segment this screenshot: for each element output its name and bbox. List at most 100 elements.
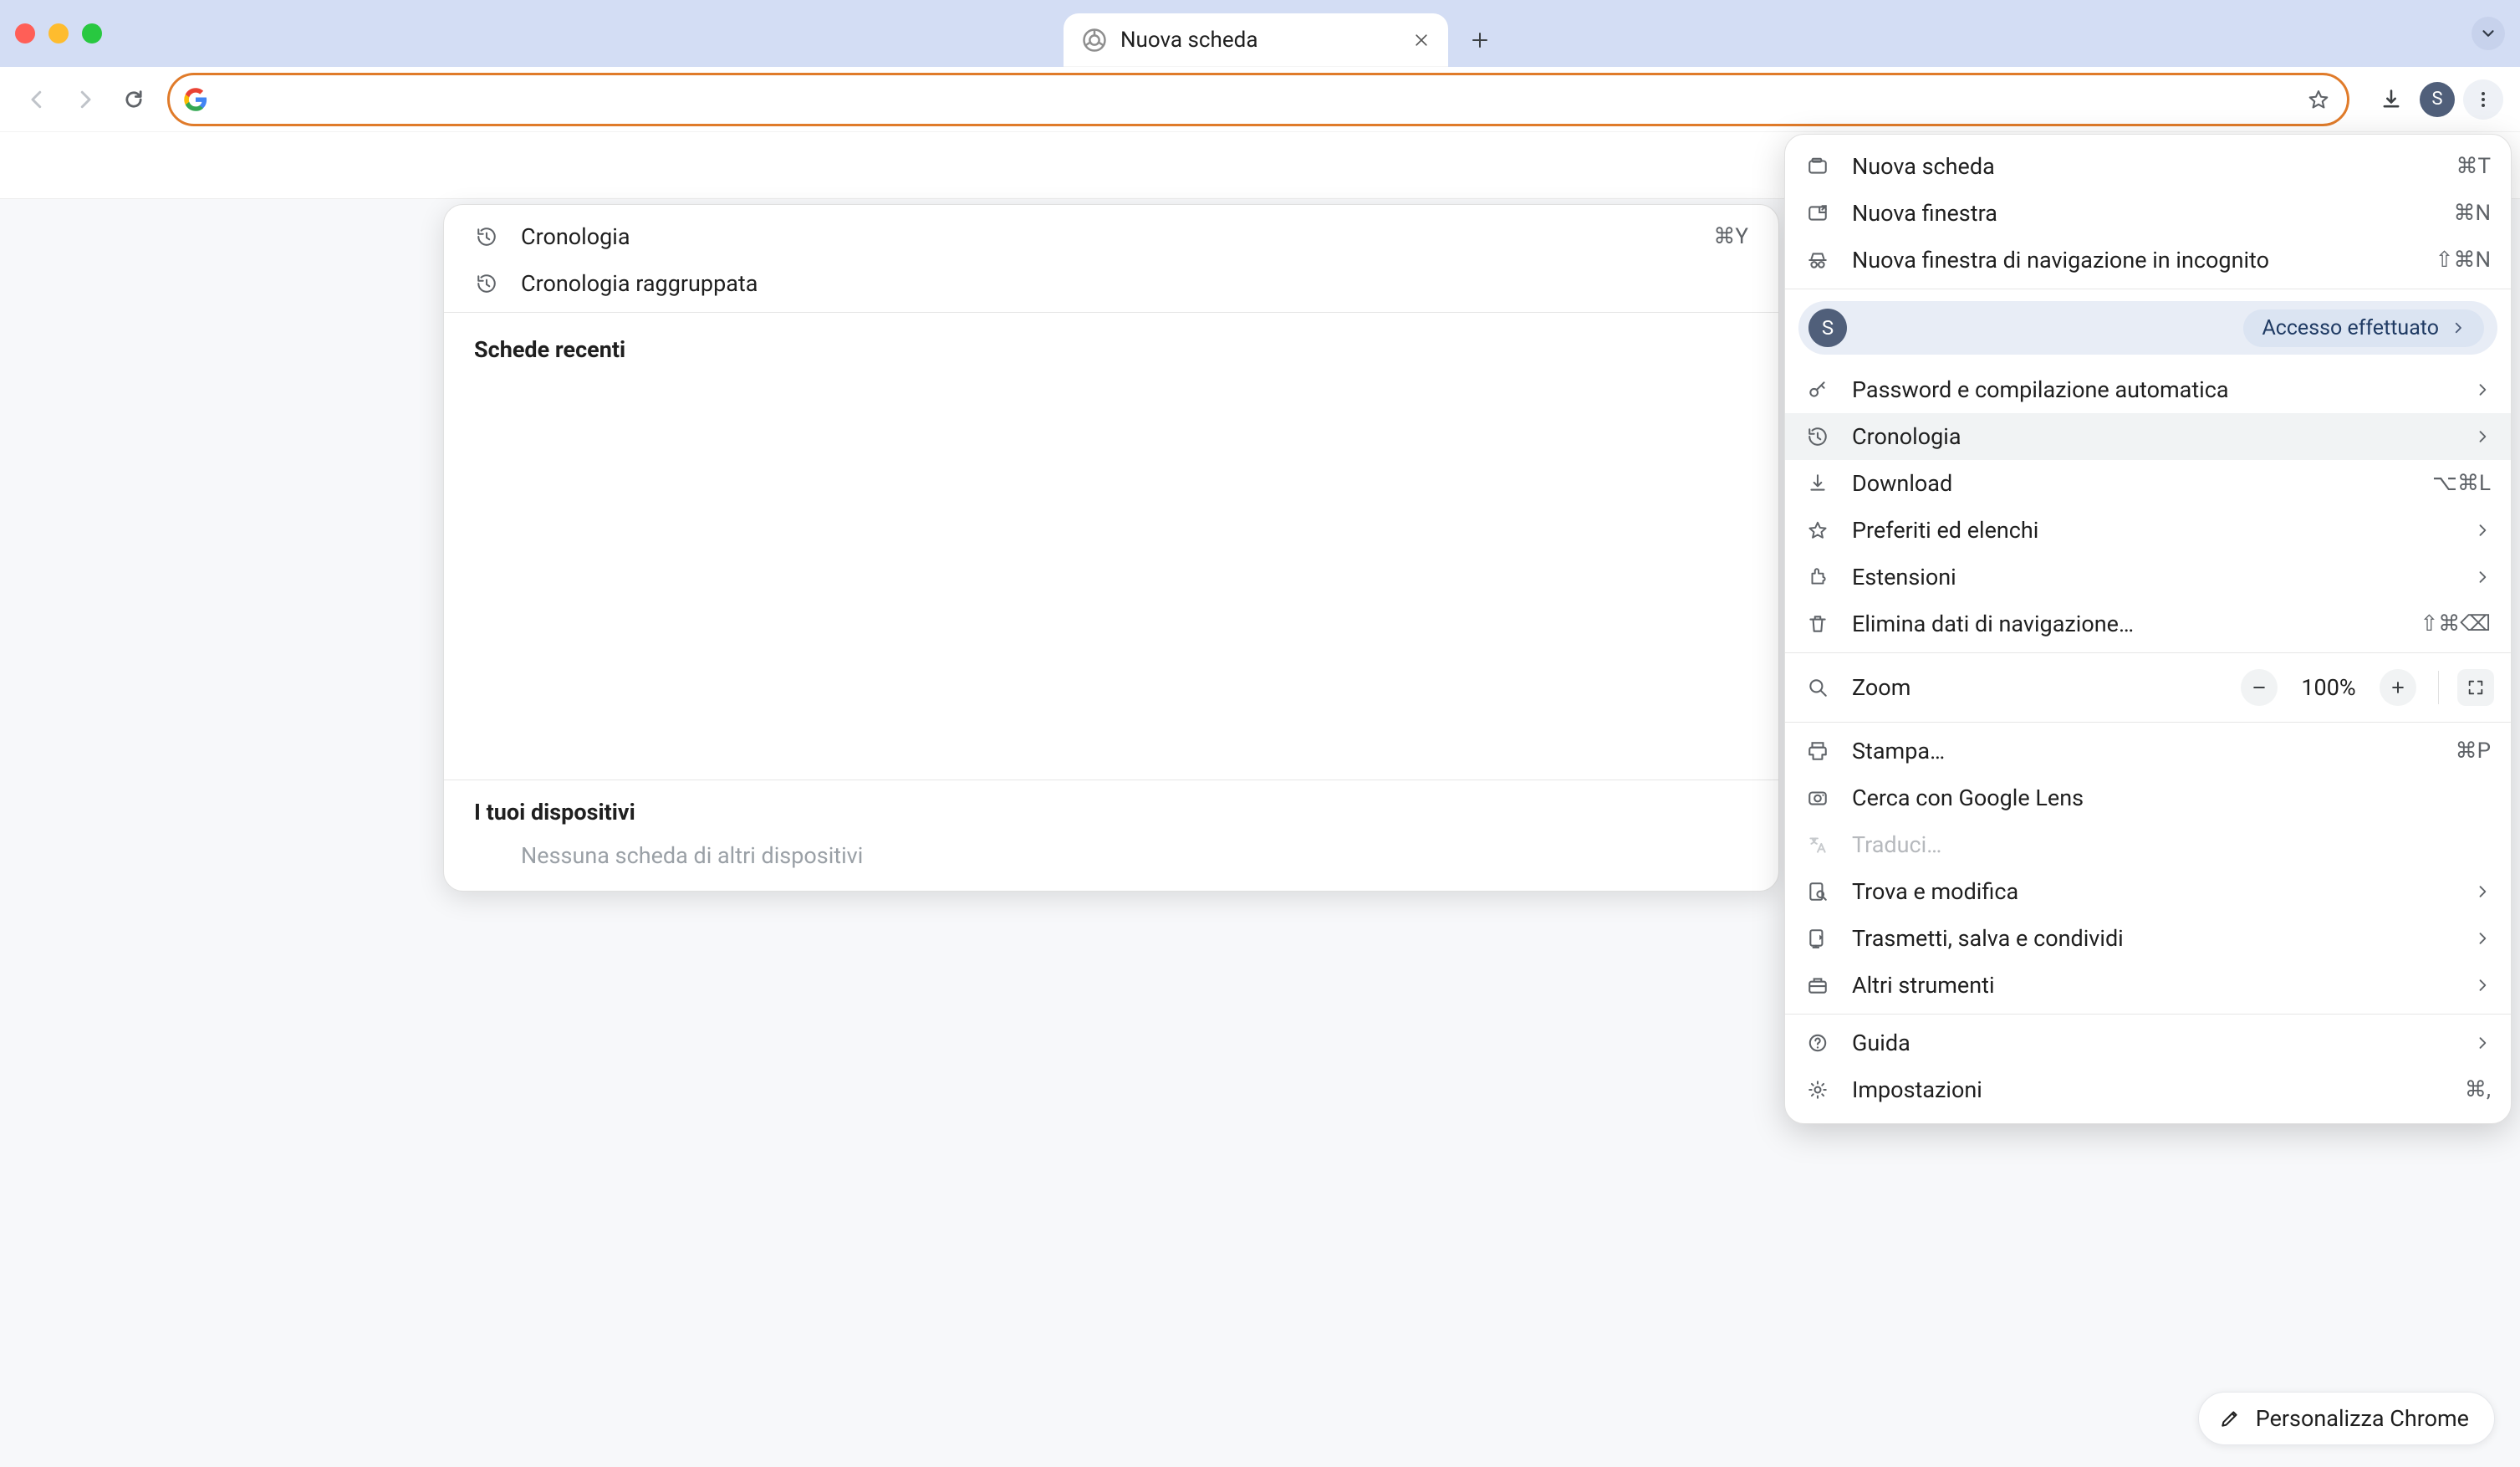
menu-item-password-e-compilazione-automatica[interactable]: Password e compilazione automatica [1785,366,2511,413]
menu-item-label: Download [1852,470,2410,497]
incognito-icon [1805,249,1830,271]
customize-chrome-label: Personalizza Chrome [2256,1405,2469,1432]
address-bar[interactable] [167,73,2349,126]
history-icon [1805,426,1830,447]
customize-chrome-button[interactable]: Personalizza Chrome [2198,1392,2495,1445]
menu-item-nuova-finestra-di-navigazione-in-incognito[interactable]: Nuova finestra di navigazione in incogni… [1785,237,2511,284]
menu-item-cronologia[interactable]: Cronologia [1785,413,2511,460]
menu-item-label: Password e compilazione automatica [1852,376,2452,403]
forward-button[interactable] [65,79,105,120]
toolbox-icon [1805,974,1830,996]
menu-item-shortcut: ⌘T [2456,154,2491,179]
menu-item-label: Trova e modifica [1852,878,2452,905]
menu-item-shortcut: ⇧⌘N [2436,248,2491,273]
gear-icon [1805,1079,1830,1101]
chevron-right-icon [2474,883,2491,900]
history-recent-empty [444,371,1778,780]
tab-icon [1805,156,1830,177]
menu-item-label: Impostazioni [1852,1076,2443,1103]
menu-item-shortcut: ⌘N [2453,201,2491,226]
zoom-window-button[interactable] [82,23,102,43]
back-button[interactable] [17,79,57,120]
chevron-right-icon [2474,381,2491,398]
menu-item-trasmetti-salva-e-condividi[interactable]: Trasmetti, salva e condividi [1785,915,2511,962]
history-devices-empty-text: Nessuna scheda di altri dispositivi [444,834,1778,891]
menu-item-shortcut: ⌘P [2456,739,2491,764]
menu-item-label: Elimina dati di navigazione… [1852,611,2398,637]
menu-item-cerca-con-google-lens[interactable]: Cerca con Google Lens [1785,774,2511,821]
menu-item-download[interactable]: Download ⌥⌘L [1785,460,2511,507]
help-icon [1805,1032,1830,1054]
menu-item-label: Traduci… [1852,831,2491,858]
menu-item-guida[interactable]: Guida [1785,1020,2511,1066]
tab-active[interactable]: Nuova scheda [1064,13,1448,67]
menu-zoom-row: Zoom 100% [1785,658,2511,717]
divider [1785,722,2511,723]
download-icon [1805,473,1830,494]
menu-item-preferiti-ed-elenchi[interactable]: Preferiti ed elenchi [1785,507,2511,554]
menu-item-impostazioni[interactable]: Impostazioni ⌘, [1785,1066,2511,1113]
menu-item-label: Preferiti ed elenchi [1852,517,2452,544]
menu-item-label: Stampa… [1852,738,2434,764]
history-icon [474,273,499,294]
close-window-button[interactable] [15,23,35,43]
menu-item-shortcut: ⇧⌘⌫ [2420,611,2491,636]
tab-close-button[interactable] [1410,28,1433,52]
minimize-window-button[interactable] [48,23,69,43]
menu-item-label: Estensioni [1852,564,2452,590]
downloads-button[interactable] [2371,79,2411,120]
history-item-history[interactable]: Cronologia ⌘Y [444,213,1778,260]
lens-icon [1805,787,1830,809]
find-icon [1805,881,1830,902]
menu-item-label: Guida [1852,1030,2452,1056]
menu-item-trova-e-modifica[interactable]: Trova e modifica [1785,868,2511,915]
chevron-right-icon [2451,320,2466,335]
chevron-right-icon [2474,428,2491,445]
menu-item-stampa[interactable]: Stampa… ⌘P [1785,728,2511,774]
zoom-value: 100% [2293,674,2364,701]
menu-item-shortcut: ⌥⌘L [2432,471,2491,496]
trash-icon [1805,613,1830,635]
menu-item-elimina-dati-di-navigazione[interactable]: Elimina dati di navigazione… ⇧⌘⌫ [1785,601,2511,647]
zoom-out-button[interactable] [2241,669,2278,706]
menu-item-label: Cerca con Google Lens [1852,785,2491,811]
chevron-right-icon [2474,522,2491,539]
puzzle-icon [1805,566,1830,588]
menu-item-nuova-scheda[interactable]: Nuova scheda ⌘T [1785,143,2511,190]
menu-item-label: Altri strumenti [1852,972,2452,999]
history-item-label: Cronologia [521,223,1691,250]
menu-item-altri-strumenti[interactable]: Altri strumenti [1785,962,2511,1009]
profile-status-chip[interactable]: Accesso effettuato [2243,309,2484,347]
fullscreen-button[interactable] [2457,669,2494,706]
menu-item-label: Nuova finestra [1852,200,2431,227]
menu-item-label: Nuova scheda [1852,153,2434,180]
zoom-in-button[interactable] [2380,669,2416,706]
history-item-grouped[interactable]: Cronologia raggruppata [444,260,1778,307]
menu-item-traduci: Traduci… [1785,821,2511,868]
profile-avatar-button[interactable]: S [2420,82,2455,117]
content-area: Cronologia ⌘Y Cronologia raggruppata Sch… [0,132,2520,1467]
chrome-menu-button[interactable] [2463,79,2503,120]
key-icon [1805,379,1830,401]
window-icon [1805,202,1830,224]
menu-item-label: Nuova finestra di navigazione in incogni… [1852,247,2414,273]
history-icon [474,226,499,248]
print-icon [1805,740,1830,762]
profile-row[interactable]: S Accesso effettuato [1798,301,2497,355]
history-section-devices-title: I tuoi dispositivi [444,780,1778,834]
reload-button[interactable] [114,79,154,120]
omnibox-input[interactable] [220,75,2295,124]
menu-item-shortcut: ⌘, [2465,1077,2491,1102]
divider [444,312,1778,313]
bookmark-star-icon[interactable] [2307,88,2330,111]
chevron-right-icon [2474,569,2491,585]
zoom-icon [1805,677,1830,698]
menu-item-label: Trasmetti, salva e condividi [1852,925,2452,952]
menu-item-nuova-finestra[interactable]: Nuova finestra ⌘N [1785,190,2511,237]
chevron-right-icon [2474,1035,2491,1051]
cast-icon [1805,928,1830,949]
new-tab-button[interactable] [1465,25,1495,55]
tabs-search-button[interactable] [2472,17,2505,50]
history-section-recent-title: Schede recenti [444,318,1778,371]
menu-item-estensioni[interactable]: Estensioni [1785,554,2511,601]
